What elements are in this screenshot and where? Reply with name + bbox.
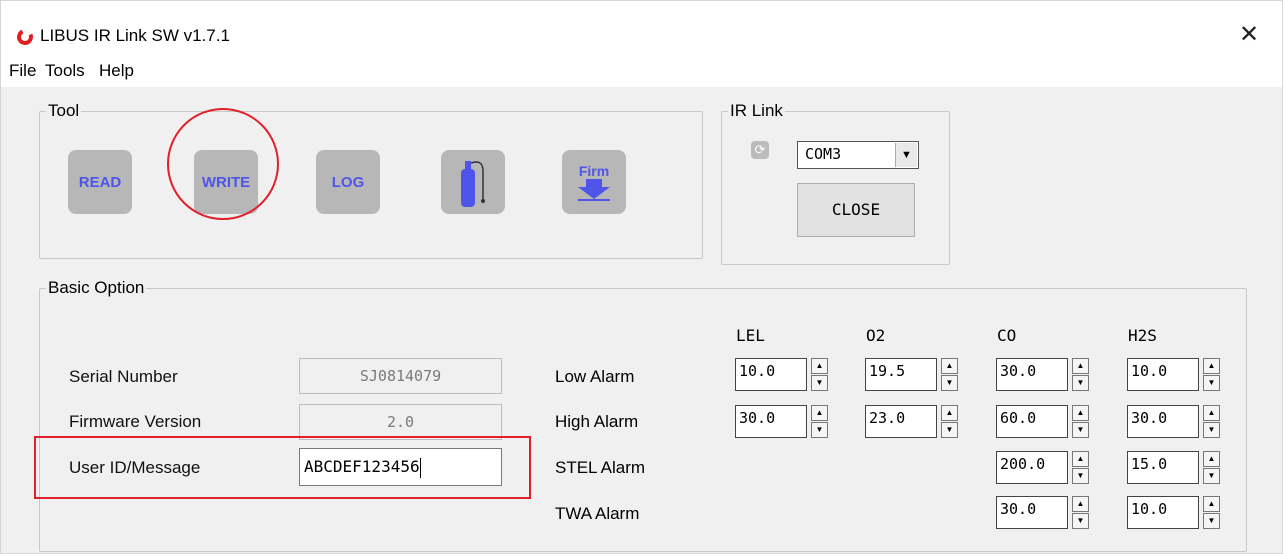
- port-select-value: COM3: [805, 145, 842, 163]
- close-port-button[interactable]: CLOSE: [797, 183, 915, 237]
- tool-group-label: Tool: [46, 100, 82, 122]
- low-alarm-label: Low Alarm: [555, 367, 635, 386]
- arrow-up-icon[interactable]: ▲: [1203, 358, 1220, 374]
- menu-help[interactable]: Help: [99, 61, 134, 81]
- stel-h2s-spinner[interactable]: 15.0 ▲ ▼: [1127, 451, 1220, 484]
- serial-number-label: Serial Number: [69, 367, 178, 386]
- col-co: CO: [997, 326, 1017, 345]
- firmware-version-label: Firmware Version: [69, 412, 202, 431]
- user-id-highlight-box: [34, 436, 531, 499]
- title-bar: LIBUS IR Link SW v1.7.1 ✕: [1, 1, 1282, 55]
- firmware-button-label: Firm: [578, 163, 610, 179]
- firmware-version-field: 2.0: [299, 404, 502, 440]
- low-h2s-spinner[interactable]: 10.0 ▲ ▼: [1127, 358, 1220, 391]
- menu-tools[interactable]: Tools: [45, 61, 85, 81]
- spinner-value[interactable]: 200.0: [996, 451, 1068, 484]
- col-o2: O2: [866, 326, 886, 345]
- download-arrow-icon: [578, 179, 610, 201]
- close-window-button[interactable]: ✕: [1234, 20, 1264, 50]
- ir-link-group-label: IR Link: [728, 100, 785, 122]
- read-button-label: READ: [78, 173, 122, 191]
- arrow-down-icon[interactable]: ▼: [1072, 375, 1089, 391]
- spinner-value[interactable]: 19.5: [865, 358, 937, 391]
- arrow-down-icon[interactable]: ▼: [811, 375, 828, 391]
- twa-h2s-spinner[interactable]: 10.0 ▲ ▼: [1127, 496, 1220, 529]
- window-title: LIBUS IR Link SW v1.7.1: [40, 26, 230, 45]
- arrow-down-icon[interactable]: ▼: [941, 422, 958, 438]
- arrow-up-icon[interactable]: ▲: [1072, 451, 1089, 467]
- arrow-up-icon[interactable]: ▲: [811, 358, 828, 374]
- arrow-down-icon[interactable]: ▼: [941, 375, 958, 391]
- log-button-label: LOG: [331, 173, 365, 191]
- col-h2s: H2S: [1128, 326, 1157, 345]
- spinner-value[interactable]: 15.0: [1127, 451, 1199, 484]
- firmware-button[interactable]: Firm: [562, 150, 626, 214]
- arrow-down-icon[interactable]: ▼: [1203, 513, 1220, 529]
- write-highlight-circle: [167, 108, 279, 220]
- port-select[interactable]: COM3 ▼: [797, 141, 919, 169]
- low-co-spinner[interactable]: 30.0 ▲ ▼: [996, 358, 1089, 391]
- arrow-down-icon[interactable]: ▼: [1203, 468, 1220, 484]
- arrow-down-icon[interactable]: ▼: [1072, 468, 1089, 484]
- arrow-down-icon[interactable]: ▼: [1072, 513, 1089, 529]
- arrow-up-icon[interactable]: ▲: [1203, 405, 1220, 421]
- twa-alarm-label: TWA Alarm: [555, 504, 640, 523]
- high-lel-spinner[interactable]: 30.0 ▲ ▼: [735, 405, 828, 438]
- app-logo-icon: [14, 26, 36, 48]
- spinner-value[interactable]: 60.0: [996, 405, 1068, 438]
- stel-co-spinner[interactable]: 200.0 ▲ ▼: [996, 451, 1089, 484]
- spinner-value[interactable]: 10.0: [735, 358, 807, 391]
- col-lel: LEL: [736, 326, 765, 345]
- arrow-up-icon[interactable]: ▲: [1072, 358, 1089, 374]
- high-alarm-label: High Alarm: [555, 412, 639, 431]
- spinner-value[interactable]: 30.0: [996, 496, 1068, 529]
- spinner-value[interactable]: 30.0: [1127, 405, 1199, 438]
- spinner-value[interactable]: 10.0: [1127, 358, 1199, 391]
- arrow-up-icon[interactable]: ▲: [1072, 496, 1089, 512]
- high-o2-spinner[interactable]: 23.0 ▲ ▼: [865, 405, 958, 438]
- twa-co-spinner[interactable]: 30.0 ▲ ▼: [996, 496, 1089, 529]
- chevron-down-icon[interactable]: ▼: [895, 143, 917, 167]
- basic-option-label: Basic Option: [46, 277, 147, 299]
- stel-alarm-label: STEL Alarm: [555, 458, 646, 477]
- refresh-icon[interactable]: ⟳: [751, 141, 769, 159]
- arrow-down-icon[interactable]: ▼: [1203, 422, 1220, 438]
- high-co-spinner[interactable]: 60.0 ▲ ▼: [996, 405, 1089, 438]
- arrow-down-icon[interactable]: ▼: [1072, 422, 1089, 438]
- arrow-down-icon[interactable]: ▼: [811, 422, 828, 438]
- arrow-up-icon[interactable]: ▲: [811, 405, 828, 421]
- serial-number-field: SJ0814079: [299, 358, 502, 394]
- menu-file[interactable]: File: [9, 61, 36, 81]
- read-button[interactable]: READ: [68, 150, 132, 214]
- low-lel-spinner[interactable]: 10.0 ▲ ▼: [735, 358, 828, 391]
- gas-cylinder-button[interactable]: [441, 150, 505, 214]
- menu-bar: File Tools Help: [1, 55, 1282, 87]
- arrow-up-icon[interactable]: ▲: [1203, 496, 1220, 512]
- tool-group: Tool READ WRITE LOG Firm: [39, 100, 703, 259]
- spinner-value[interactable]: 23.0: [865, 405, 937, 438]
- spinner-value[interactable]: 10.0: [1127, 496, 1199, 529]
- arrow-up-icon[interactable]: ▲: [941, 358, 958, 374]
- arrow-up-icon[interactable]: ▲: [1203, 451, 1220, 467]
- spinner-value[interactable]: 30.0: [735, 405, 807, 438]
- gas-cylinder-icon: [461, 161, 485, 207]
- app-window: LIBUS IR Link SW v1.7.1 ✕ File Tools Hel…: [0, 0, 1283, 554]
- log-button[interactable]: LOG: [316, 150, 380, 214]
- spinner-value[interactable]: 30.0: [996, 358, 1068, 391]
- low-o2-spinner[interactable]: 19.5 ▲ ▼: [865, 358, 958, 391]
- arrow-down-icon[interactable]: ▼: [1203, 375, 1220, 391]
- arrow-up-icon[interactable]: ▲: [1072, 405, 1089, 421]
- arrow-up-icon[interactable]: ▲: [941, 405, 958, 421]
- high-h2s-spinner[interactable]: 30.0 ▲ ▼: [1127, 405, 1220, 438]
